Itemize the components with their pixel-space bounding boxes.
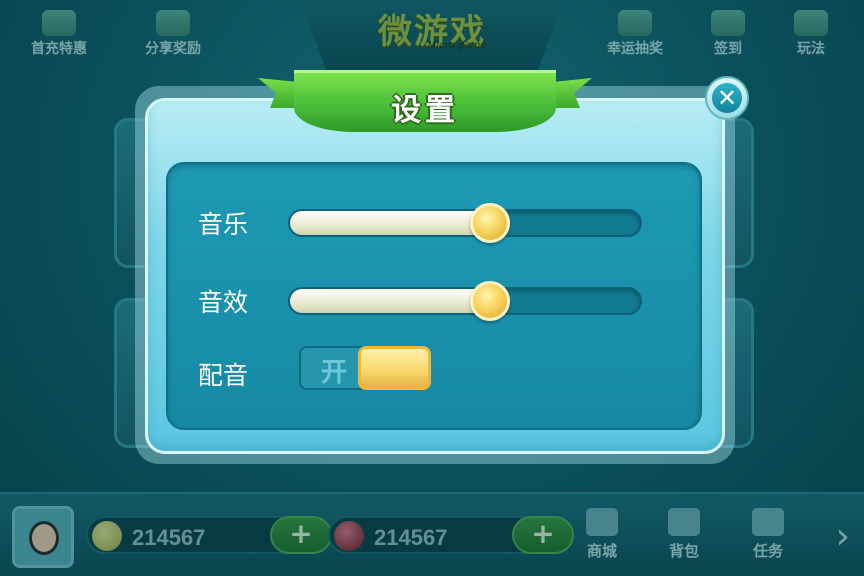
ribbon-body: 设置 — [294, 70, 556, 132]
voice-label: 配音 — [198, 361, 249, 390]
voice-toggle[interactable]: 开 — [299, 346, 431, 390]
sfx-label: 音效 — [198, 288, 249, 317]
sfx-slider-fill — [290, 289, 490, 313]
music-slider-knob[interactable] — [469, 203, 510, 243]
title-ribbon: 设置 — [258, 70, 592, 136]
voice-toggle-text: 开 — [320, 358, 347, 388]
voice-toggle-knob[interactable] — [358, 346, 431, 390]
close-icon: ✕ — [712, 83, 742, 113]
music-slider[interactable] — [288, 203, 642, 243]
sfx-slider[interactable] — [288, 281, 642, 321]
music-slider-fill — [290, 211, 490, 235]
sfx-slider-knob[interactable] — [469, 281, 510, 321]
music-label: 音乐 — [198, 210, 249, 239]
close-button[interactable]: ✕ — [705, 76, 749, 120]
dialog-title: 设置 — [391, 93, 459, 128]
